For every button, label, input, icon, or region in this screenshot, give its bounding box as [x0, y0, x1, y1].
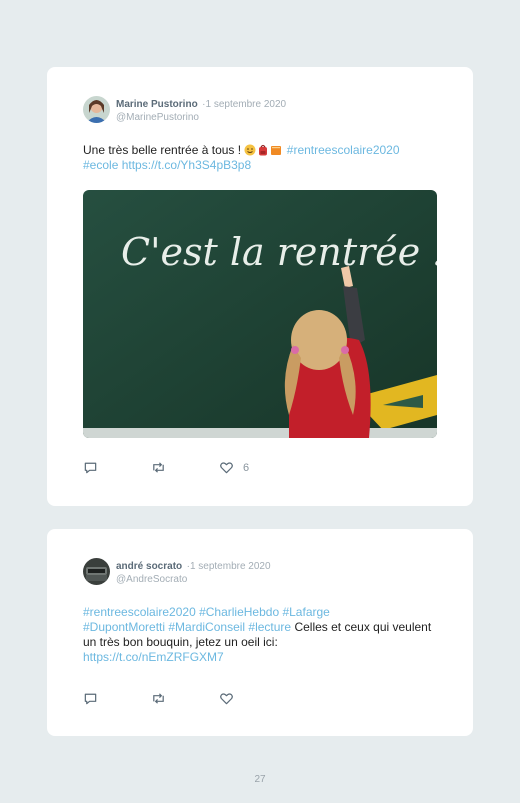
- avatar[interactable]: [83, 96, 110, 123]
- backpack-icon: [259, 144, 268, 156]
- tweet-card-1: Marine Pustorino ·1 septembre 2020 @Mari…: [47, 67, 473, 506]
- hashtag-link[interactable]: #rentreescolaire2020: [287, 143, 400, 157]
- tweet-date[interactable]: 1 septembre 2020: [190, 561, 271, 572]
- like-icon[interactable]: [219, 691, 234, 706]
- author-name[interactable]: andré socrato: [116, 561, 182, 572]
- tweet-header: andré socrato ·1 septembre 2020 @AndreSo…: [83, 558, 271, 586]
- hashtag-link[interactable]: #ecole: [83, 158, 118, 172]
- author-handle[interactable]: @AndreSocrato: [116, 573, 271, 586]
- reply-icon[interactable]: [83, 691, 98, 706]
- tweet-date[interactable]: 1 septembre 2020: [205, 99, 286, 110]
- tweet-actions: [83, 691, 287, 706]
- avatar[interactable]: [83, 558, 110, 585]
- like-count: 6: [243, 461, 250, 474]
- tweet-card-2: andré socrato ·1 septembre 2020 @AndreSo…: [47, 529, 473, 736]
- tweet-body: Une très belle rentrée à tous !: [83, 143, 242, 157]
- hashtag-links[interactable]: #rentreescolaire2020 #CharlieHebdo #Lafa…: [83, 605, 330, 619]
- tweet-text: Une très belle rentrée à tous ! #rentree…: [83, 143, 433, 173]
- url-link[interactable]: https://t.co/nEmZRFGXM7: [83, 650, 224, 664]
- retweet-icon[interactable]: [151, 460, 166, 475]
- chalk-writing: C'est la rentrée !: [121, 230, 437, 274]
- tweet-text: #rentreescolaire2020 #CharlieHebdo #Lafa…: [83, 605, 433, 665]
- book-icon: [271, 146, 282, 155]
- url-link[interactable]: https://t.co/Yh3S4pB3p8: [122, 158, 251, 172]
- tweet-actions: 6: [83, 460, 287, 475]
- retweet-icon[interactable]: [151, 691, 166, 706]
- author-name[interactable]: Marine Pustorino: [116, 99, 198, 110]
- reply-icon[interactable]: [83, 460, 98, 475]
- like-icon[interactable]: [219, 460, 234, 475]
- hashtag-links[interactable]: #DupontMoretti #MardiConseil #lecture: [83, 620, 291, 634]
- winking-face-icon: [244, 144, 256, 156]
- tweet-header: Marine Pustorino ·1 septembre 2020 @Mari…: [83, 96, 286, 124]
- page-number: 27: [254, 774, 266, 785]
- tweet-photo[interactable]: C'est la rentrée !: [83, 190, 437, 438]
- author-handle[interactable]: @MarinePustorino: [116, 111, 286, 124]
